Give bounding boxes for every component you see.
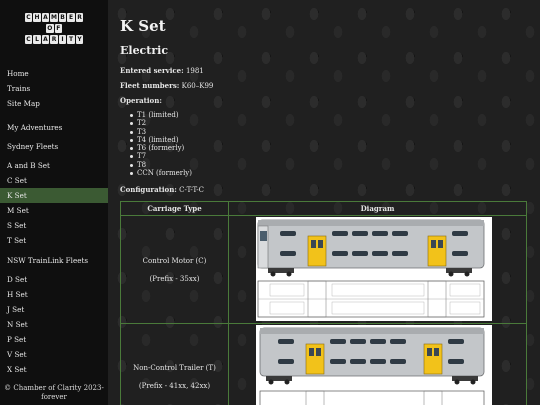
operation-line-item: T3: [130, 128, 192, 136]
entered-service-label: Entered service:: [120, 66, 184, 75]
operation-line-item: CCN (formerly): [130, 169, 192, 177]
operation-list: T1 (limited) T2 T3 T4 (limited) T6 (formerly…: [130, 111, 192, 177]
logo-letter: T: [67, 35, 75, 44]
sidebar: CHAMBEROFCLARITY Home Trains Site Map My Ad…: [0, 0, 108, 405]
sidebar-item-site-map[interactable]: Site Map: [0, 96, 108, 111]
main-content: K Set Electric Entered service: 1981 Fle…: [108, 0, 540, 405]
logo-letter: A: [41, 35, 50, 44]
sidebar-item-c-set[interactable]: C Set: [0, 173, 108, 188]
page-subtitle: Electric: [120, 44, 169, 57]
sidebar-item-x-set[interactable]: X Set: [0, 362, 108, 377]
fleet-numbers-label: Fleet numbers:: [120, 81, 180, 90]
logo-letter: R: [50, 35, 58, 44]
logo-row: OF: [13, 24, 95, 33]
logo-letter: Y: [75, 35, 84, 44]
logo-letter: F: [54, 24, 62, 33]
logo-letter: A: [41, 13, 50, 22]
carriage-prefix: (Prefix - 35xx): [149, 275, 200, 283]
sidebar-item-m-set[interactable]: M Set: [0, 203, 108, 218]
entered-service: Entered service: 1981: [120, 66, 204, 75]
sidebar-item-p-set[interactable]: P Set: [0, 332, 108, 347]
logo-letter: I: [58, 35, 67, 44]
operation-line-item: T2: [130, 119, 192, 127]
logo-row: CHAMBER: [13, 13, 95, 22]
operation-heading: Operation:: [120, 96, 162, 105]
carriage-table: Carriage Type Diagram Control Motor (C) …: [120, 201, 527, 405]
sidebar-item-s-set[interactable]: S Set: [0, 218, 108, 233]
configuration: Configuration: C-T-T-C: [120, 185, 204, 194]
logo-letter: O: [46, 24, 54, 33]
logo-letter: C: [24, 35, 33, 44]
sidebar-item-t-set[interactable]: T Set: [0, 233, 108, 248]
logo-letter: R: [75, 13, 84, 22]
operation-line-item: T8: [130, 161, 192, 169]
diagram-control-motor: [256, 217, 492, 321]
sidebar-item-home[interactable]: Home: [0, 66, 108, 81]
table-row-control-motor: Control Motor (C) (Prefix - 35xx): [121, 256, 228, 284]
operation-line-item: T7: [130, 152, 192, 160]
page-title: K Set: [120, 17, 166, 35]
table-row-non-control-trailer: Non-Control Trailer (T) (Prefix - 41xx, …: [121, 363, 228, 391]
configuration-label: Configuration:: [120, 185, 177, 194]
sidebar-item-k-set[interactable]: K Set: [0, 188, 108, 203]
operation-line-item: T1 (limited): [130, 111, 192, 119]
logo-letter: M: [50, 13, 58, 22]
sidebar-item-j-set[interactable]: J Set: [0, 302, 108, 317]
sidebar-item-v-set[interactable]: V Set: [0, 347, 108, 362]
carriage-type-name: Non-Control Trailer (T): [133, 364, 216, 372]
logo-letter: C: [24, 13, 33, 22]
sidebar-item-trains[interactable]: Trains: [0, 81, 108, 96]
sidebar-item-n-set[interactable]: N Set: [0, 317, 108, 332]
operation-label: Operation:: [120, 96, 162, 105]
configuration-value: C-T-T-C: [179, 186, 204, 194]
site-logo[interactable]: CHAMBEROFCLARITY: [13, 13, 95, 53]
logo-letter: E: [67, 13, 75, 22]
sidebar-item-nsw-trainlink-fleets[interactable]: NSW TrainLink Fleets: [0, 253, 108, 268]
carriage-prefix: (Prefix - 41xx, 42xx): [138, 382, 211, 390]
sidebar-item-h-set[interactable]: H Set: [0, 287, 108, 302]
fleet-numbers: Fleet numbers: K60–K99: [120, 81, 213, 90]
sidebar-item-sydney-fleets[interactable]: Sydney Fleets: [0, 139, 108, 154]
sidebar-item-a-and-b-set[interactable]: A and B Set: [0, 158, 108, 173]
row-divider: [121, 323, 526, 324]
logo-letter: H: [33, 13, 41, 22]
header-diagram: Diagram: [229, 202, 526, 216]
logo-letter: B: [58, 13, 67, 22]
logo-letter: L: [33, 35, 41, 44]
column-divider: [228, 202, 229, 405]
sidebar-item-my-adventures[interactable]: My Adventures: [0, 120, 108, 135]
sidebar-item-d-set[interactable]: D Set: [0, 272, 108, 287]
operation-line-item: T4 (limited): [130, 136, 192, 144]
entered-service-value: 1981: [185, 67, 204, 75]
sidebar-footer: © Chamber of Clarity 2023-forever: [4, 384, 104, 401]
fleet-numbers-value: K60–K99: [181, 82, 214, 90]
logo-row: CLARITY: [13, 35, 95, 44]
control-motor-diagram-image: [257, 219, 485, 318]
operation-line-item: T6 (formerly): [130, 144, 192, 152]
diagram-non-control-trailer: [256, 325, 492, 405]
header-carriage-type: Carriage Type: [121, 202, 228, 216]
trailer-diagram-image: [259, 327, 485, 405]
carriage-type-name: Control Motor (C): [142, 257, 207, 265]
